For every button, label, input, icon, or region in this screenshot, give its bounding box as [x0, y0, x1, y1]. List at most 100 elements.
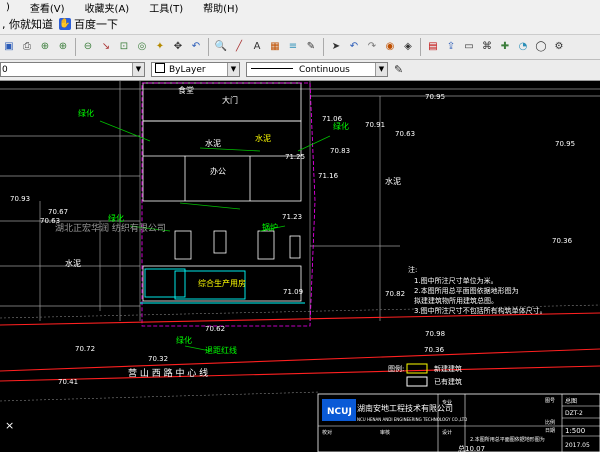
layer-select[interactable]: 0 ▼ — [0, 62, 145, 77]
drawing-title: 2.本图所用总平面图依据地形图为 — [470, 436, 545, 443]
pan-icon[interactable]: ✥ — [171, 40, 185, 54]
toolbar-separator — [75, 38, 76, 56]
elevation-label: 71.16 — [318, 172, 339, 180]
building-outlines — [142, 82, 302, 302]
tb-value: DZT-2 — [565, 410, 583, 417]
legend-existing-swatch — [406, 376, 428, 387]
save-icon[interactable]: ▣ — [2, 40, 16, 54]
links-hint[interactable]: , 你就知道 — [2, 16, 53, 32]
area-label: 水泥 — [65, 258, 81, 268]
tb-field: 专业 — [442, 399, 452, 406]
elevation-label: 70.36 — [552, 237, 573, 245]
undo-icon[interactable]: ↶ — [347, 40, 361, 54]
company-name-en: NCU HENAN ANDI ENGINEERING TECHNOLOGY CO… — [357, 417, 467, 422]
tb-value: 总图 — [565, 397, 577, 405]
logo-text: NCUJ — [327, 407, 352, 417]
baidu-button[interactable]: ✋ 百度一下 — [59, 16, 118, 32]
text-icon[interactable]: A — [250, 40, 264, 54]
bookmark-icon[interactable]: ⌘ — [480, 40, 494, 54]
chevron-down-icon[interactable]: ▼ — [132, 63, 144, 76]
color-value: ByLayer — [169, 65, 206, 75]
color-icon[interactable]: ▦ — [268, 40, 282, 54]
note-line: 3.图中所注尺寸不包括所有构筑单体尺寸。 — [414, 306, 547, 315]
chevron-down-icon[interactable]: ▼ — [227, 63, 239, 76]
chevron-down-icon[interactable]: ▼ — [375, 63, 387, 76]
area-label: 综合生产用房 — [198, 278, 246, 288]
drawing-canvas[interactable]: 70.95 70.67 70.63 70.63 70.95 70.62 70.98 70.72… — [0, 81, 600, 452]
zoom-previous-icon[interactable]: ↶ — [189, 40, 203, 54]
baidu-label: 百度一下 — [74, 18, 118, 31]
print-preview-icon[interactable]: ▭ — [462, 40, 476, 54]
tb-value: 1:500 — [565, 427, 585, 435]
pen-icon[interactable]: ✎ — [304, 40, 318, 54]
zoom-in-icon[interactable]: ⊕ — [56, 40, 70, 54]
area-label: 绿化 — [333, 121, 349, 131]
pdf-icon[interactable]: ▤ — [426, 40, 440, 54]
area-label: 水泥 — [205, 138, 221, 148]
elevation-label: 70.95 — [555, 140, 575, 148]
print-icon[interactable]: ⎙ — [20, 40, 34, 54]
settings-icon[interactable]: ⚙ — [552, 40, 566, 54]
zoom-extent-icon[interactable]: ⊡ — [117, 40, 131, 54]
elevation-label: 70.72 — [75, 345, 95, 353]
tb-field: 日期 — [545, 428, 555, 434]
elevation-label: 71.23 — [282, 213, 302, 221]
shade-icon[interactable]: ◉ — [383, 40, 397, 54]
bottom-readout: 总10.07 — [458, 444, 485, 452]
color-select[interactable]: ByLayer ▼ — [151, 62, 240, 77]
tb-field: 比例 — [545, 419, 555, 426]
zoom-out-icon[interactable]: ⊖ — [81, 40, 95, 54]
menu-item-prev[interactable]: ) — [6, 2, 10, 13]
render-icon[interactable]: ◈ — [401, 40, 415, 54]
properties-bar: 0 ▼ ByLayer ▼ Continuous ▼ ✎ — [0, 60, 600, 81]
title-block: NCUJ 湖南安地工程技术有限公司 NCU HENAN ANDI ENGINEE… — [317, 393, 600, 452]
legend-existing: 已有建筑 — [434, 377, 462, 386]
magnify-icon[interactable]: 🔍 — [214, 40, 228, 54]
line-icon[interactable]: ╱ — [232, 40, 246, 54]
area-label: 大门 — [222, 95, 238, 105]
tb-field: 设计 — [442, 429, 452, 436]
area-label: 锅炉 — [262, 222, 278, 232]
toolbar-separator — [420, 38, 421, 56]
linetype-select[interactable]: Continuous ▼ — [246, 62, 388, 77]
layer-icon[interactable]: ≡ — [286, 40, 300, 54]
notes-block: 注: 1.图中所注尺寸单位为米。 2.本图所用总平面图依据地形图为 拟建建筑物所… — [408, 265, 547, 315]
notes-title: 注: — [408, 265, 417, 274]
tb-value: 2017.05 — [565, 442, 590, 449]
elevation-label: 70.98 — [425, 330, 445, 338]
chart-icon[interactable]: ◔ — [516, 40, 530, 54]
paw-icon: ✋ — [59, 18, 71, 30]
elevation-label: 71.25 — [285, 153, 305, 161]
elevation-label: 70.41 — [58, 378, 78, 386]
elevation-label: 70.32 — [148, 355, 168, 363]
shapes-icon[interactable]: ◯ — [534, 40, 548, 54]
zoom-realtime-icon[interactable]: ◎ — [135, 40, 149, 54]
area-label: 水泥 — [255, 133, 271, 143]
menu-item-view[interactable]: 查看(V) — [30, 0, 65, 15]
export-icon[interactable]: ⇪ — [444, 40, 458, 54]
elevation-label: 70.63 — [395, 130, 415, 138]
area-label: 水泥 — [385, 176, 401, 186]
area-label: 退距红线 — [205, 345, 237, 355]
tools-icon[interactable]: ✚ — [498, 40, 512, 54]
menu-item-tools[interactable]: 工具(T) — [149, 0, 183, 15]
menu-item-help[interactable]: 帮助(H) — [203, 0, 238, 15]
measure-icon[interactable]: ↘ — [99, 40, 113, 54]
tb-field: 图号 — [545, 398, 555, 404]
zoom-window-icon[interactable]: ⊕ — [38, 40, 52, 54]
elevation-label: 70.93 — [10, 195, 30, 203]
tb-field: 审核 — [380, 429, 390, 436]
menu-item-favorites[interactable]: 收藏夹(A) — [85, 0, 130, 15]
legend-new: 新建建筑 — [434, 364, 462, 373]
note-line: 2.本图所用总平面图依据地形图为 — [414, 286, 519, 295]
light-bulb-icon[interactable]: ✦ — [153, 40, 167, 54]
match-properties-icon[interactable]: ✎ — [394, 63, 408, 77]
elevation-label: 70.67 — [48, 208, 68, 216]
color-swatch — [155, 63, 165, 73]
menu-bar: ) 查看(V) 收藏夹(A) 工具(T) 帮助(H) — [0, 0, 600, 15]
redo-icon[interactable]: ↷ — [365, 40, 379, 54]
area-label: 绿化 — [176, 335, 192, 345]
site-plan-drawing[interactable]: 70.9570.6770.6370.6370.9570.6270.9870.72… — [0, 81, 600, 452]
select-icon[interactable]: ➤ — [329, 40, 343, 54]
area-label: 食堂 — [178, 85, 194, 95]
